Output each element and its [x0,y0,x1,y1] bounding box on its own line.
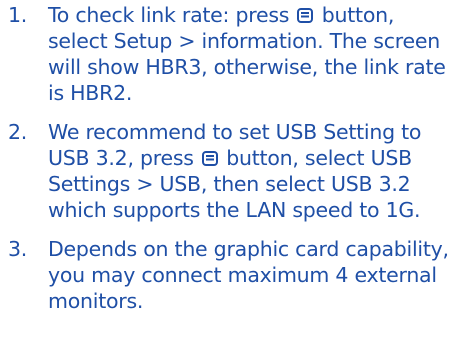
notes-list: 1. To check link rate: press button, sel… [0,2,450,327]
note-text: Depends on the graphic card capability, … [48,237,449,313]
note-text-start: To check link rate: press [48,3,290,27]
note-number: 1. [8,3,28,27]
note-number: 3. [8,237,28,261]
menu-button-icon [297,8,314,23]
note-item-2: 2. We recommend to set USB Setting to US… [0,119,450,223]
menu-button-icon [201,151,218,166]
note-item-3: 3. Depends on the graphic card capabilit… [0,236,450,314]
note-number: 2. [8,120,28,144]
note-item-1: 1. To check link rate: press button, sel… [0,2,450,106]
